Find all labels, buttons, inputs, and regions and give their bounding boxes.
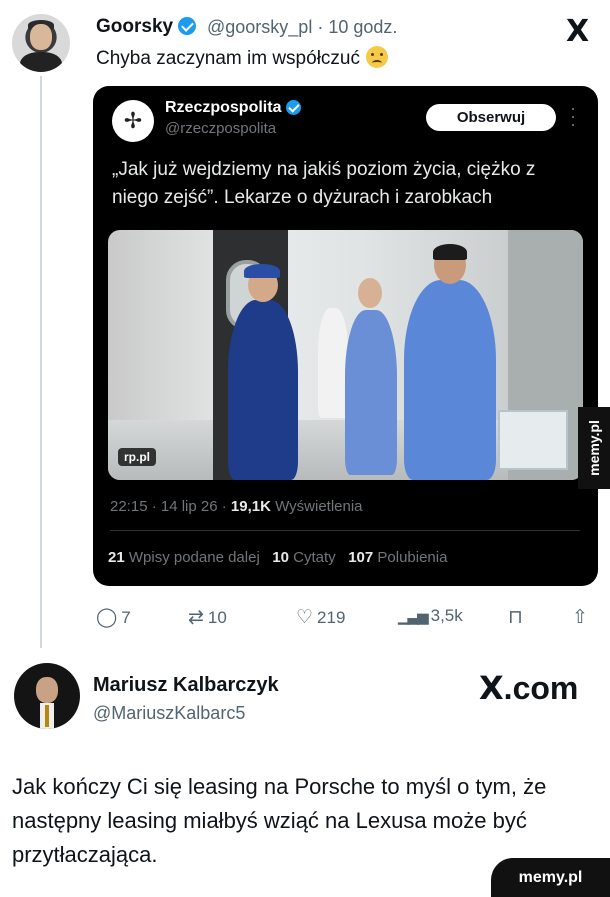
x-com-brand: X.com [479,669,578,707]
article-photo[interactable]: rp.pl [108,230,583,480]
likes-count[interactable]: 107 [348,549,373,566]
views-count: 19,1K [230,498,271,515]
tweet-meta: 22:15 · 14 lip 26 · 19,1K Wyświetlenia [110,498,363,515]
side-watermark: memy.pl [578,407,610,489]
reply-button[interactable]: ◯ 7 [96,606,131,629]
retweet-button[interactable]: ⇄ 10 [188,606,227,629]
tweet-text-content: Chyba zaczynam im współczuć [96,48,360,69]
reply-icon: ◯ [96,607,118,628]
views-button[interactable]: ▁▃▅ 3,5k [398,606,463,626]
like-count: 219 [317,607,346,627]
views-label: Wyświetlenia [275,498,363,515]
goorsky-avatar[interactable] [12,14,70,72]
reposts-count[interactable]: 21 [108,549,125,566]
quotes-count[interactable]: 10 [272,549,289,566]
bookmark-button[interactable]: ⊓ [508,606,523,629]
rzeczpospolita-avatar[interactable]: ✢ [112,100,154,142]
retweet-icon: ⇄ [188,607,204,628]
timestamp[interactable]: 22:15 · 14 lip 26 · [110,498,231,515]
verified-icon [286,100,302,115]
views-icon: ▁▃▅ [398,608,429,625]
sad-emoji-icon [365,46,388,68]
side-watermark-text: memy.pl [586,420,603,476]
more-icon[interactable]: · · · [568,99,578,133]
share-icon: ⇧ [572,607,588,628]
like-button[interactable]: ♡ 219 [296,606,345,629]
author-name-text[interactable]: Goorsky [96,16,173,37]
author-handle[interactable]: @goorsky_pl · 10 godz. [207,17,397,38]
tweet-text: Chyba zaczynam im współczuć [96,46,388,70]
quoted-author-name[interactable]: Rzeczpospolita [165,99,302,117]
second-post-text: Jak kończy Ci się leasing na Porsche to … [12,774,547,867]
quoted-tweet-text: „Jak już wejdziemy na jakiś poziom życia… [112,159,536,208]
thread-line [40,76,42,648]
views-count-action: 3,5k [430,606,463,625]
second-author-name[interactable]: Mariusz Kalbarczyk [93,674,279,697]
like-icon: ♡ [296,607,314,628]
bookmark-icon: ⊓ [508,607,523,628]
reply-count: 7 [121,607,131,627]
quotes-label[interactable]: Cytaty [293,549,336,566]
follow-button[interactable]: Obserwuj [426,104,556,131]
x-com-suffix: .com [503,670,579,706]
eagle-logo-icon: ✢ [123,108,143,133]
divider [110,530,580,531]
quoted-author-name-text[interactable]: Rzeczpospolita [165,99,281,116]
engagement-stats: 21 Wpisy podane dalej 10 Cytaty 107 Polu… [108,549,447,566]
bottom-watermark: memy.pl [491,858,610,897]
retweet-count: 10 [207,607,227,627]
x-logo-icon: X [566,14,590,49]
second-author-handle[interactable]: @MariuszKalbarc5 [93,703,245,724]
likes-label[interactable]: Polubienia [377,549,447,566]
quoted-author-handle[interactable]: @rzeczpospolita [165,120,276,137]
verified-icon [178,17,197,35]
source-badge: rp.pl [118,448,156,466]
x-brand-mark: X [479,669,504,707]
reposts-label[interactable]: Wpisy podane dalej [129,549,260,566]
share-button[interactable]: ⇧ [572,606,588,629]
mariusz-avatar[interactable] [14,663,80,729]
author-name[interactable]: Goorsky [96,16,197,38]
